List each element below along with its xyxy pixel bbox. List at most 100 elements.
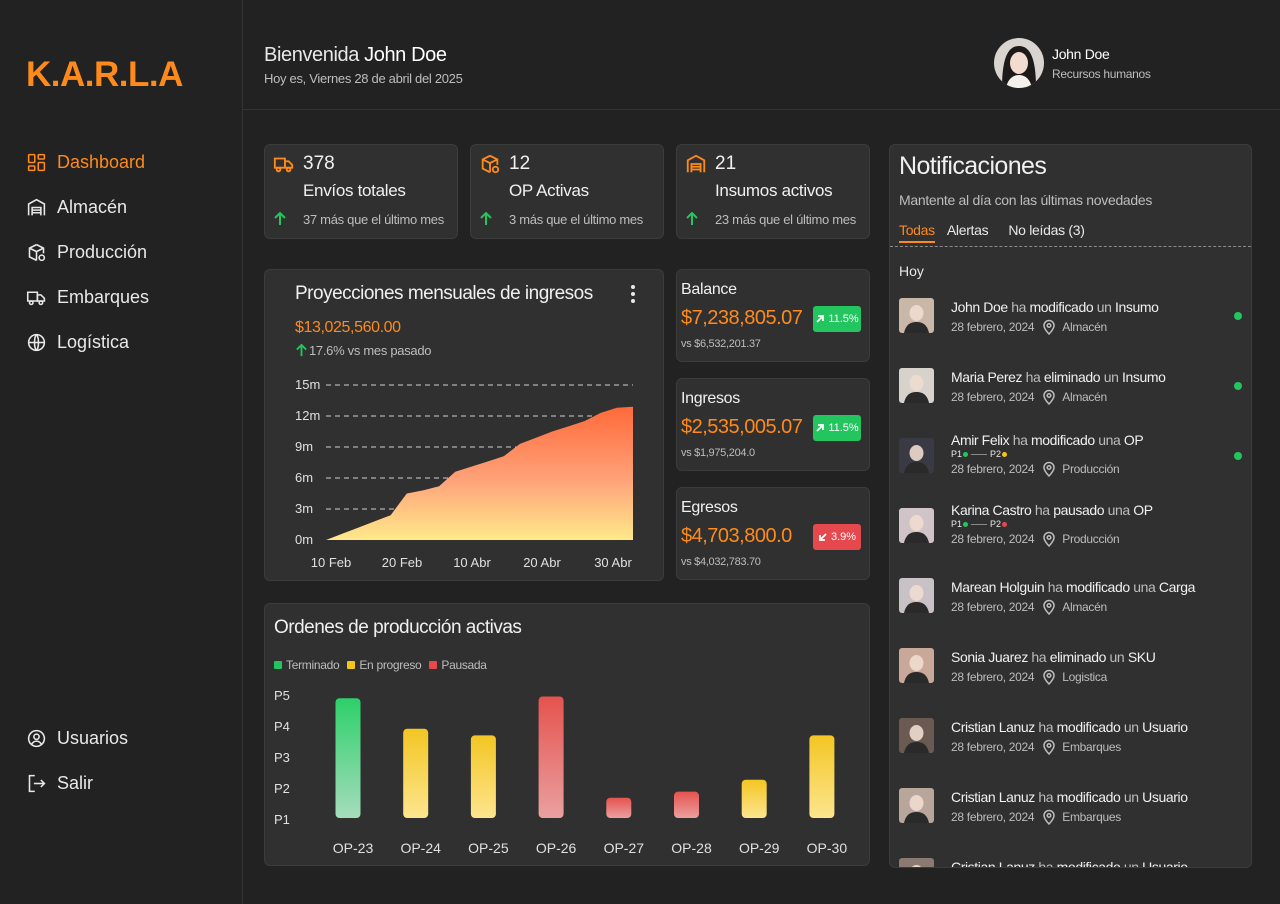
welcome-heading: Bienvenida John Doe bbox=[264, 44, 447, 67]
notification-item[interactable]: Marean Holguin ha modificado una Carga 28… bbox=[890, 573, 1251, 633]
notification-user: Cristian Lanuz bbox=[951, 859, 1035, 867]
notification-text: Cristian Lanuz ha modificado un Usuario bbox=[951, 859, 1188, 867]
unread-indicator bbox=[1234, 452, 1242, 460]
bar-op-24[interactable] bbox=[403, 728, 429, 818]
notifications-title: Notificaciones bbox=[899, 152, 1047, 180]
notification-group-label: Hoy bbox=[899, 263, 924, 279]
step-connector bbox=[971, 523, 988, 525]
notification-object: SKU bbox=[1127, 649, 1156, 665]
finance-value: $4,703,800.0 bbox=[681, 525, 792, 547]
x-tick-label: OP-23 bbox=[333, 840, 374, 856]
bar-op-25[interactable] bbox=[470, 735, 496, 818]
sidebar-item-label: Usuarios bbox=[57, 728, 129, 748]
sidebar-item-almacen[interactable]: Almacén bbox=[26, 185, 149, 230]
step-label: P1 bbox=[951, 449, 963, 459]
notification-item[interactable]: Cristian Lanuz ha modificado un Usuario2… bbox=[890, 713, 1251, 773]
avatar bbox=[899, 718, 934, 753]
tab-alertas[interactable]: Alertas bbox=[947, 222, 989, 243]
stat-card-op[interactable]: 12 OP Activas 3 más que el último mes bbox=[470, 144, 664, 239]
x-tick-label: OP-26 bbox=[536, 840, 577, 856]
user-profile[interactable]: John Doe Recursos humanos bbox=[994, 38, 1151, 88]
tab-todas[interactable]: Todas bbox=[899, 222, 935, 243]
finance-previous: vs $1,975,204.0 bbox=[681, 447, 755, 459]
location-pin-icon bbox=[1043, 739, 1056, 755]
welcome-user-name: John Doe bbox=[364, 44, 447, 66]
avatar bbox=[899, 858, 934, 867]
stat-value: 21 bbox=[715, 153, 737, 174]
bar-op-23[interactable] bbox=[335, 698, 361, 818]
current-date: Hoy es, Viernes 28 de abril del 2025 bbox=[264, 71, 463, 86]
y-tick-label: 0m bbox=[295, 532, 313, 547]
notification-item[interactable]: Cristian Lanuz ha modificado un Usuario2… bbox=[890, 853, 1251, 867]
stat-card-insumos[interactable]: 21 Insumos activos 23 más que el último … bbox=[676, 144, 870, 239]
notification-text: Sonia Juarez ha eliminado un SKU bbox=[951, 649, 1156, 665]
notification-item[interactable]: Cristian Lanuz ha modificado un Usuario 2… bbox=[890, 783, 1251, 843]
notification-article: una bbox=[1107, 502, 1131, 518]
y-tick-label: P1 bbox=[274, 812, 290, 827]
notification-item[interactable]: Karina Castro ha pausado una OP P1 P2 28 fe… bbox=[890, 502, 1251, 563]
finance-value: $7,238,805.07 bbox=[681, 307, 803, 329]
finance-card-ingresos[interactable]: Ingresos $2,535,005.07 11.5% vs $1,975,2… bbox=[676, 378, 870, 471]
sidebar-item-logistica[interactable]: Logística bbox=[26, 320, 149, 365]
sidebar: K.A.R.L.A Dashboard Almacén Producción E… bbox=[0, 0, 243, 904]
unread-indicator bbox=[1234, 382, 1242, 390]
notification-date: 28 febrero, 2024 bbox=[951, 810, 1035, 824]
notification-user: Karina Castro bbox=[951, 502, 1032, 518]
dashboard-icon bbox=[27, 153, 46, 172]
notification-item[interactable]: Amir Felix ha modificado una OP P1 P2 28 fe… bbox=[890, 432, 1251, 493]
bar-op-29[interactable] bbox=[741, 779, 767, 818]
sidebar-item-usuarios[interactable]: Usuarios bbox=[26, 716, 128, 761]
avatar bbox=[899, 648, 934, 683]
step-connector bbox=[971, 453, 988, 455]
notification-aux: ha bbox=[1012, 432, 1028, 448]
sidebar-item-salir[interactable]: Salir bbox=[26, 761, 128, 806]
y-tick-label: P4 bbox=[274, 719, 290, 734]
notification-meta: 28 febrero, 2024 Embarques bbox=[951, 739, 1121, 755]
step-status-dot bbox=[963, 451, 969, 457]
notification-location: Producción bbox=[1062, 532, 1120, 546]
notification-aux: ha bbox=[1034, 502, 1050, 518]
notification-verb: eliminado bbox=[1043, 369, 1101, 385]
y-tick-label: 15m bbox=[295, 377, 320, 392]
warehouse-icon bbox=[686, 154, 706, 173]
notification-text: Cristian Lanuz ha modificado un Usuario bbox=[951, 789, 1188, 805]
op-progress-steps: P1 P2 bbox=[951, 449, 1008, 459]
step-label: P1 bbox=[951, 519, 963, 529]
notification-aux: ha bbox=[1038, 789, 1054, 805]
x-tick-label: OP-28 bbox=[671, 840, 712, 856]
step-label: P2 bbox=[990, 519, 1002, 529]
tab-no-leidas[interactable]: No leídas (3) bbox=[1008, 222, 1085, 243]
arrow-up-right-icon bbox=[816, 315, 825, 323]
notification-article: un bbox=[1123, 719, 1139, 735]
notification-date: 28 febrero, 2024 bbox=[951, 320, 1035, 334]
finance-card-egresos[interactable]: Egresos $4,703,800.0 3.9% vs $4,032,783.… bbox=[676, 487, 870, 580]
y-tick-label: P5 bbox=[274, 688, 290, 703]
bar-op-27[interactable] bbox=[606, 797, 632, 818]
notification-verb: eliminado bbox=[1049, 649, 1107, 665]
notification-aux: ha bbox=[1038, 719, 1054, 735]
sidebar-item-produccion[interactable]: Producción bbox=[26, 230, 149, 275]
warehouse-icon bbox=[27, 198, 46, 216]
truck-icon bbox=[26, 291, 46, 306]
bar-op-30[interactable] bbox=[809, 735, 835, 818]
notification-verb: modificado bbox=[1056, 789, 1121, 805]
box-gear-icon bbox=[481, 154, 500, 174]
stat-card-envios[interactable]: 378 Envíos totales 37 más que el último … bbox=[264, 144, 458, 239]
notification-item[interactable]: Sonia Juarez ha eliminado un SKU 28 febre… bbox=[890, 643, 1251, 703]
notification-item[interactable]: Maria Perez ha eliminado un Insumo 28 feb… bbox=[890, 363, 1251, 423]
bar-op-26[interactable] bbox=[538, 696, 564, 818]
finance-card-balance[interactable]: Balance $7,238,805.07 11.5% vs $6,532,20… bbox=[676, 269, 870, 362]
notification-item[interactable]: John Doe ha modificado un Insumo 28 febre… bbox=[890, 293, 1251, 353]
trend-badge-value: 3.9% bbox=[830, 531, 857, 543]
notification-text: Karina Castro ha pausado una OP bbox=[951, 502, 1153, 518]
sidebar-item-embarques[interactable]: Embarques bbox=[26, 275, 149, 320]
logout-icon bbox=[28, 774, 46, 793]
notification-location: Almacén bbox=[1062, 600, 1107, 614]
avatar bbox=[899, 298, 934, 333]
sidebar-item-dashboard[interactable]: Dashboard bbox=[26, 140, 149, 185]
bar-op-28[interactable] bbox=[674, 791, 699, 818]
stat-delta: 3 más que el último mes bbox=[509, 212, 643, 227]
notification-location: Embarques bbox=[1062, 740, 1121, 754]
topbar: Bienvenida John Doe Hoy es, Viernes 28 d… bbox=[243, 0, 1280, 110]
avatar bbox=[899, 508, 934, 543]
